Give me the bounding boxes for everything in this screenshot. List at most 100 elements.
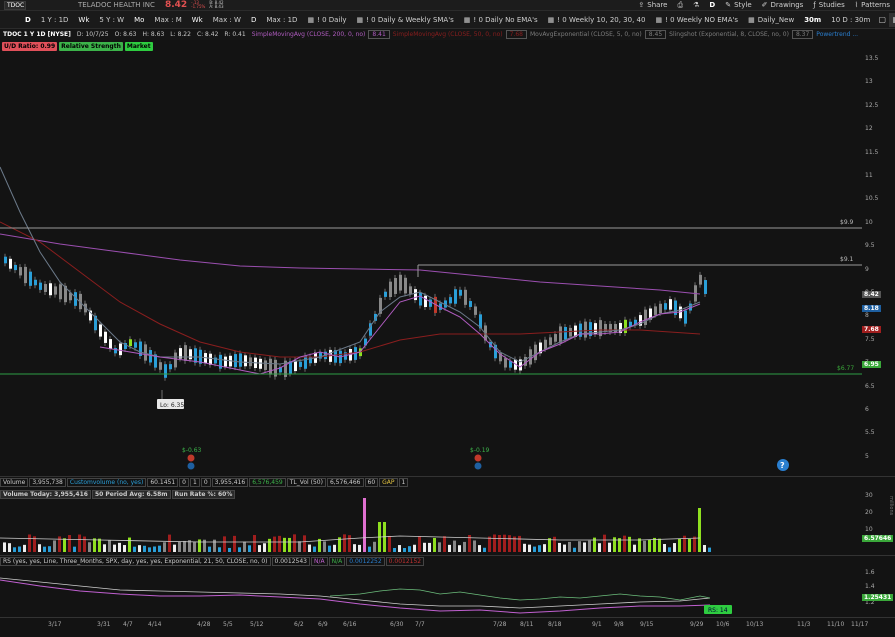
- candle: [174, 352, 177, 368]
- volume-bar: [153, 546, 156, 552]
- tf-max-m[interactable]: Max : M: [149, 16, 186, 24]
- study-powertrend[interactable]: Powertrend ...: [813, 31, 861, 38]
- rs-na-1: N/A: [310, 556, 328, 566]
- volume-header: Volume 3,955,738 Customvolume (no, yes) …: [0, 476, 895, 487]
- tf-d[interactable]: D: [0, 16, 36, 24]
- candle: [104, 331, 107, 343]
- drawings-button[interactable]: ✐ Drawings: [757, 1, 809, 9]
- study-ema5[interactable]: MovAvgExponential (CLOSE, 5, 0, no): [527, 31, 645, 38]
- gap-label[interactable]: GAP: [379, 477, 398, 487]
- price-axis[interactable]: 13.51312.51211.51110.5109.598.587.576.56…: [862, 52, 895, 475]
- tf-1y-1d[interactable]: 1 Y : 1D: [36, 16, 74, 24]
- time-axis-tick: 11/3: [797, 621, 811, 628]
- tf-30m[interactable]: 30m: [799, 16, 826, 24]
- candle: [644, 309, 647, 325]
- volume-bar: [658, 538, 661, 552]
- earnings-marker-2[interactable]: [474, 454, 482, 462]
- price-chart[interactable]: $9.9 $9.1 $6.77 Lo: 6.35 $-0.63 $-0.19 ?: [0, 52, 862, 475]
- candle: [384, 291, 387, 297]
- preset-daily-weekly-sma[interactable]: ▦! 0 Daily & Weekly SMA's: [352, 16, 459, 24]
- tf-wk2[interactable]: Wk: [187, 16, 208, 24]
- single-layout-icon[interactable]: ▢: [875, 13, 889, 27]
- earnings-marker-1[interactable]: [187, 454, 195, 462]
- style-button[interactable]: ✎ Style: [720, 1, 756, 9]
- patterns-button[interactable]: ⌇ Patterns: [850, 1, 895, 9]
- preset-weekly[interactable]: ▦! 0 Weekly 10, 20, 30, 40: [543, 16, 651, 24]
- grid-icon: ▦: [655, 15, 663, 24]
- customvolume-label[interactable]: Customvolume (no, yes): [66, 477, 147, 487]
- time-axis-tick: 9/29: [690, 621, 704, 628]
- candle: [294, 360, 297, 372]
- volume-bar: [78, 534, 81, 552]
- flask-icon: ⚗: [693, 1, 700, 9]
- preset-daily[interactable]: ▦! 0 Daily: [302, 16, 351, 24]
- candle: [119, 343, 122, 356]
- symbol-input[interactable]: TDOC: [4, 0, 26, 10]
- volume-bar: [73, 546, 76, 552]
- volume-bar: [108, 540, 111, 552]
- preset-daily-no-ema[interactable]: ▦! 0 Daily No EMA's: [459, 16, 543, 24]
- study-sma50[interactable]: SimpleMovingAvg (CLOSE, 50, 0, no): [390, 31, 506, 38]
- candle: [544, 339, 547, 350]
- print-button[interactable]: ⎙: [672, 1, 688, 10]
- volume-bar: [128, 537, 131, 552]
- rs-panel[interactable]: RS: 14: [0, 566, 862, 616]
- volume-bar: [503, 534, 506, 552]
- candle: [24, 266, 27, 284]
- volume-bar: [288, 537, 291, 552]
- share-button[interactable]: ⇪ Share: [633, 1, 672, 9]
- rs-study-label[interactable]: RS (yes, yes, Line, Three_Months, SPX, d…: [0, 556, 271, 566]
- volume-bar: [263, 543, 266, 552]
- volume-bar: [193, 542, 196, 552]
- volume-bar: [463, 541, 466, 552]
- candle: [14, 264, 17, 271]
- dividend-marker-2[interactable]: [474, 462, 482, 470]
- preset-daily-new[interactable]: ▦ Daily_New: [743, 16, 799, 24]
- volume-bar: [98, 538, 101, 552]
- volume-bar: [228, 547, 231, 552]
- tf-10d-30m[interactable]: 10 D : 30m: [826, 16, 875, 24]
- price-axis-tick: 7.5: [865, 335, 875, 343]
- gap-value: 1: [398, 477, 409, 487]
- volume-bar: [178, 541, 181, 552]
- volume-bar: [403, 547, 406, 552]
- study-sma200[interactable]: SimpleMovingAvg (CLOSE, 200, 0, no): [249, 31, 369, 38]
- flask-button[interactable]: ⚗: [688, 1, 704, 9]
- candle: [419, 292, 422, 306]
- rs-header: RS (yes, yes, Line, Three_Months, SPX, d…: [0, 555, 895, 566]
- dividend-marker-1[interactable]: [187, 462, 195, 470]
- upcoming-earnings-glyph: ?: [780, 461, 785, 470]
- ohlc-open: O: 8.63: [114, 31, 137, 38]
- volume-bar: [113, 544, 116, 552]
- study-slingshot[interactable]: Slingshot (Exponential, 8, CLOSE, no, 0): [666, 31, 792, 38]
- volume-bar: [393, 547, 396, 552]
- volume-bar: [423, 542, 426, 552]
- ohlc-close: C: 8.42: [196, 31, 219, 38]
- candle: [474, 306, 477, 315]
- candle: [189, 349, 192, 360]
- tf-max-1d[interactable]: Max : 1D: [261, 16, 302, 24]
- volume-bar: [688, 538, 691, 552]
- tf-d2[interactable]: D: [246, 16, 261, 24]
- tlvol-label[interactable]: TL_Vol (50): [286, 477, 326, 487]
- studies-button[interactable]: ƒ Studies: [808, 1, 849, 9]
- candle: [404, 277, 407, 294]
- candle: [309, 356, 312, 364]
- time-axis[interactable]: 3/17 3/31 4/7 4/14 4/28 5/5 5/12 6/2 6/9 6/16 6/30…: [0, 617, 895, 637]
- volume-bar: [28, 534, 31, 552]
- tf-max-w[interactable]: Max : W: [208, 16, 246, 24]
- share-icon: ⇪: [638, 1, 645, 9]
- grid-layout-icon[interactable]: ▦: [889, 12, 895, 27]
- volume-bar: [578, 541, 581, 552]
- tf-wk[interactable]: Wk: [73, 16, 94, 24]
- study-bar: TDOC 1 Y 1D [NYSE] D: 10/7/25 O: 8.63 H:…: [0, 29, 895, 40]
- rs-label: RS: 14: [708, 607, 728, 614]
- volume-bar: [283, 537, 286, 552]
- d-button[interactable]: D: [704, 1, 720, 9]
- preset-weekly-no-ema[interactable]: ▦! 0 Weekly NO EMA's: [650, 16, 743, 24]
- volume-bar: [93, 538, 96, 552]
- tf-mo[interactable]: Mo: [129, 16, 149, 24]
- drawings-icon: ✐: [761, 1, 768, 9]
- volume-bar: [213, 539, 216, 552]
- tf-5y-w[interactable]: 5 Y : W: [94, 16, 129, 24]
